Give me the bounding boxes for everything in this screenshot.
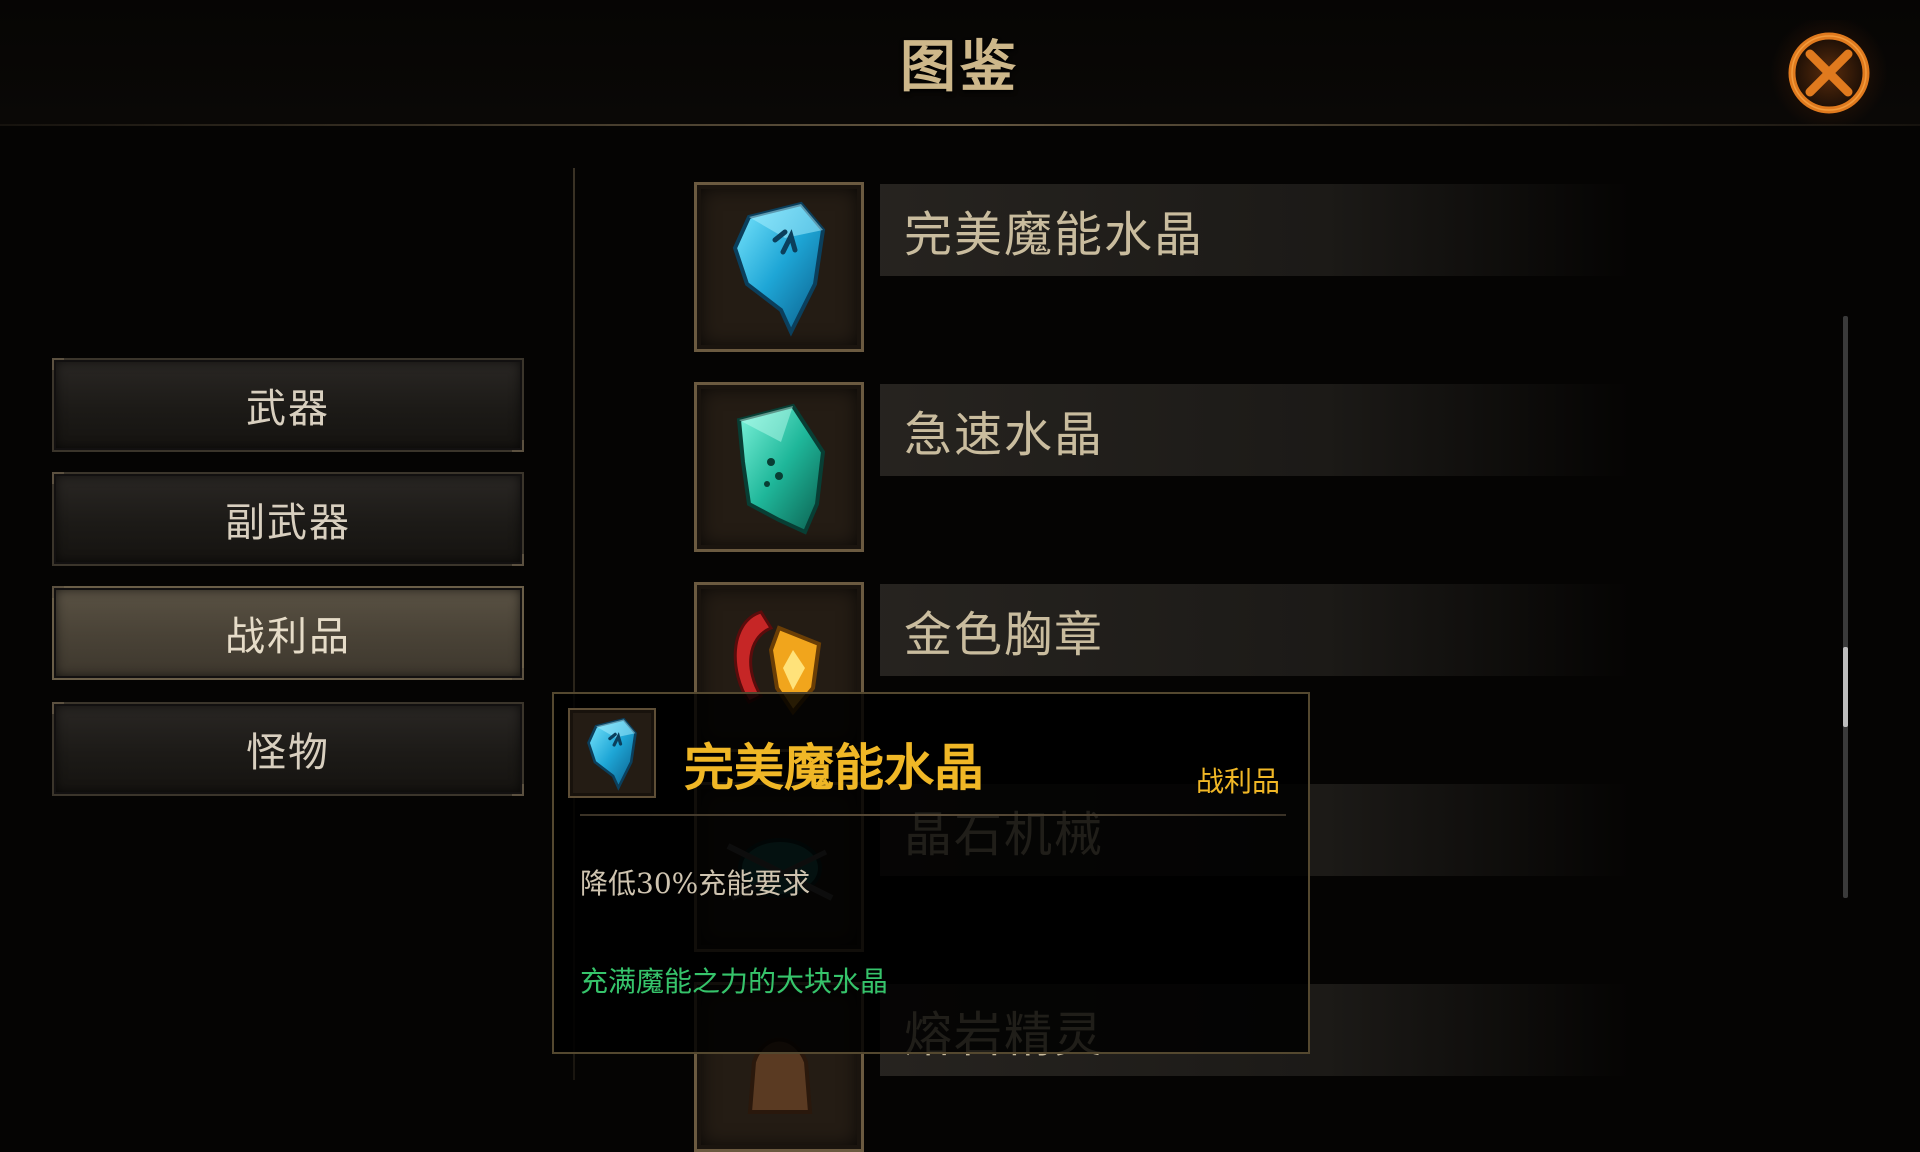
page-title: 图鉴: [900, 34, 1020, 100]
item-icon-frame: [694, 182, 864, 352]
category-secondary-weapons-button[interactable]: 副武器: [52, 472, 524, 566]
category-loot-button[interactable]: 战利品: [52, 586, 524, 680]
scrollbar-track[interactable]: [1843, 316, 1848, 898]
category-label: 战利品: [225, 614, 351, 660]
item-name: 急速水晶: [880, 384, 1630, 476]
tooltip-item-name: 完美魔能水晶: [684, 739, 984, 797]
category-label: 武器: [246, 386, 330, 432]
item-name: 完美魔能水晶: [880, 184, 1630, 276]
item-tooltip: 完美魔能水晶 战利品 降低30%充能要求 充满魔能之力的大块水晶: [552, 692, 1310, 1054]
scrollbar-thumb[interactable]: [1843, 647, 1848, 727]
item-name: 金色胸章: [880, 584, 1630, 676]
item-icon-frame: [694, 382, 864, 552]
category-monsters-button[interactable]: 怪物: [52, 702, 524, 796]
tooltip-effect-text: 降低30%充能要求: [580, 867, 811, 900]
tooltip-divider: [580, 814, 1286, 816]
category-label: 怪物: [246, 730, 330, 776]
category-label: 副武器: [225, 500, 351, 546]
teal-crystal-shard-icon: [736, 403, 826, 535]
list-item-haste-crystal[interactable]: 急速水晶: [694, 382, 1630, 552]
tooltip-item-category: 战利品: [1195, 765, 1280, 798]
close-button[interactable]: [1764, 20, 1894, 125]
header-divider: [0, 124, 1920, 126]
list-item-perfect-mana-crystal[interactable]: 完美魔能水晶: [694, 182, 1630, 352]
blue-crystal-icon: [587, 717, 637, 791]
tooltip-icon-frame: [568, 708, 656, 798]
header-bar: 图鉴: [0, 0, 1920, 126]
close-x-icon: [1788, 32, 1870, 113]
category-weapons-button[interactable]: 武器: [52, 358, 524, 452]
tooltip-flavor-text: 充满魔能之力的大块水晶: [580, 965, 889, 998]
blue-crystal-icon: [732, 201, 826, 337]
